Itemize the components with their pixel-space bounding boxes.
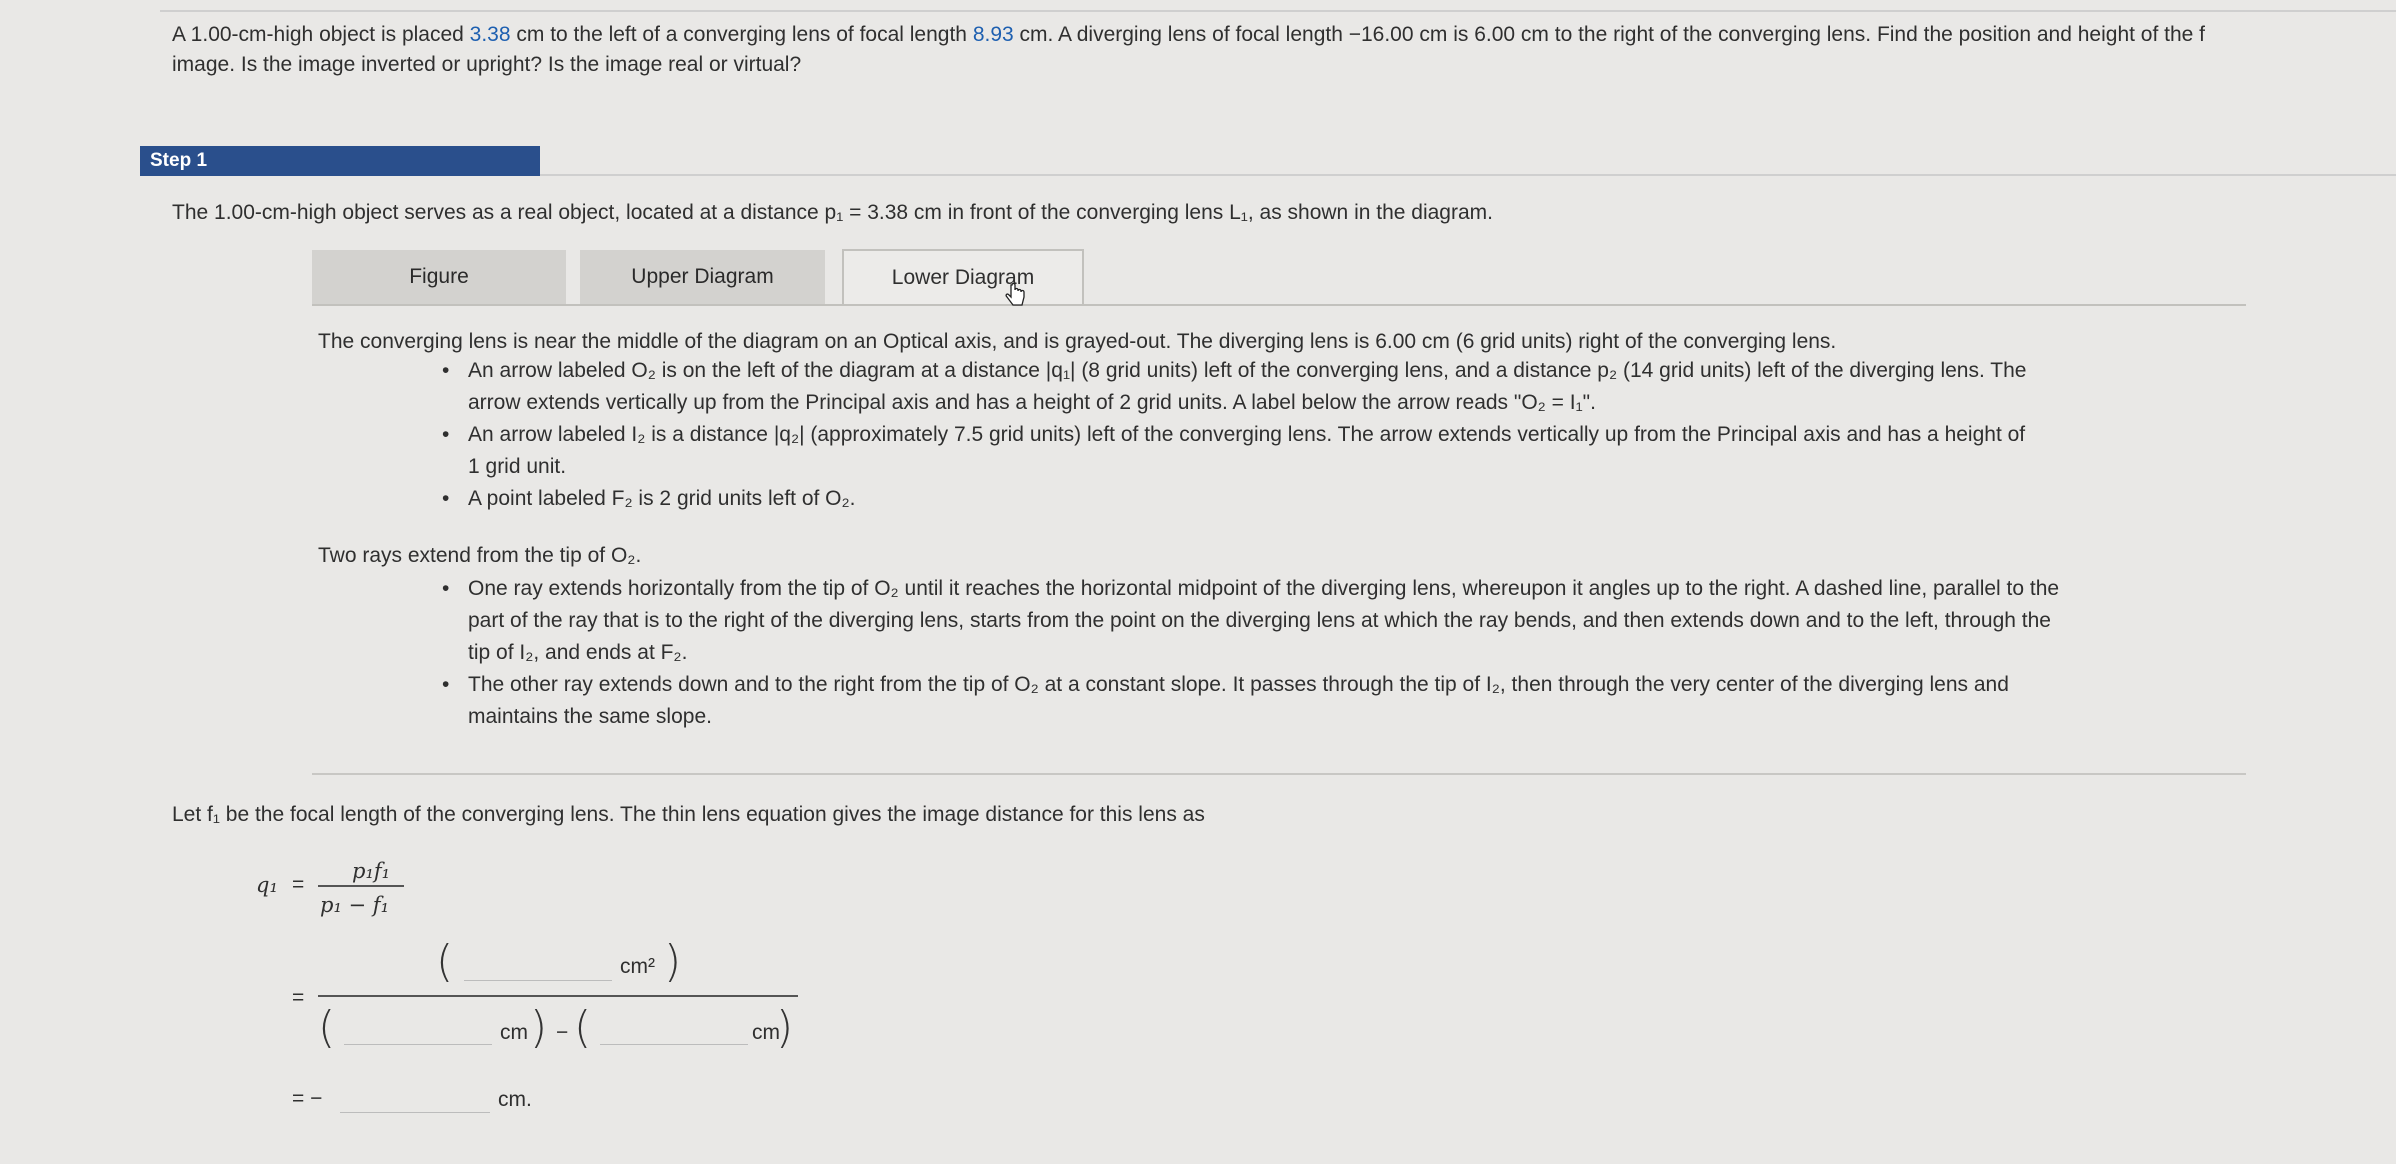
step-label: Step 1	[150, 150, 208, 171]
numerator-unit: cm²	[620, 955, 655, 978]
ray-bullet-item-0-line-2: tip of I₂, and ends at F₂.	[468, 641, 688, 664]
step-divider	[540, 174, 2396, 176]
denominator-p1-input[interactable]	[344, 1016, 492, 1045]
tab-underline	[312, 304, 2246, 306]
question-line-2: image. Is the image inverted or upright?…	[172, 53, 802, 76]
bullet-dot: •	[442, 577, 450, 600]
question-text: A 1.00-cm-high object is placed 3.38 cm …	[172, 20, 2396, 80]
eq-numerator: p₁f₁	[352, 859, 391, 883]
ray-bullet-item-0-line-0: One ray extends horizontally from the ti…	[468, 577, 2060, 600]
top-divider	[160, 10, 2396, 12]
denominator-minus: −	[556, 1021, 569, 1044]
ray-bullet-item-1-line-0: The other ray extends down and to the ri…	[468, 673, 2009, 696]
diagram-bullet-item-0-line-0: An arrow labeled O₂ is on the left of th…	[468, 359, 2027, 382]
numerator-input[interactable]	[464, 952, 612, 981]
section-separator	[312, 773, 2246, 775]
diagram-bullet-item-0-line-1: arrow extends vertically up from the Pri…	[468, 391, 1596, 414]
denominator-unit-1: cm	[500, 1021, 528, 1044]
eq-lhs: q₁	[256, 873, 278, 897]
question-segment: cm to the left of a converging lens of f…	[510, 23, 973, 46]
fraction-bar-2	[318, 995, 798, 997]
num-close-paren: )	[664, 936, 682, 987]
diagram-bullet-item-1-line-1: 1 grid unit.	[468, 455, 567, 478]
question-value: 3.38	[469, 23, 511, 46]
tab-figure[interactable]: Figure	[312, 250, 566, 304]
result-prefix: = −	[292, 1087, 323, 1110]
denominator-f1-input[interactable]	[600, 1016, 748, 1045]
bullet-dot: •	[442, 359, 450, 382]
den-close-paren-1: )	[530, 1002, 548, 1053]
hand-cursor-icon	[1004, 282, 1026, 314]
eq-equals-1: =	[292, 873, 305, 896]
den-close-paren-2: )	[776, 1002, 794, 1053]
ray-bullet-item-0-line-1: part of the ray that is to the right of …	[468, 609, 2051, 632]
bullet-dot: •	[442, 673, 450, 696]
eq-equals-2: =	[292, 986, 305, 1009]
tab-upper-diagram[interactable]: Upper Diagram	[580, 250, 825, 304]
ray-bullet-item-1-line-1: maintains the same slope.	[468, 705, 712, 728]
diagram-bullet-item-2-line-0: A point labeled F₂ is 2 grid units left …	[468, 487, 856, 510]
question-segment: cm. A diverging lens of focal length −16…	[1013, 23, 2206, 46]
question-segment: A 1.00-cm-high object is placed	[172, 23, 470, 46]
tab-lower-diagram[interactable]: Lower Diagram	[842, 249, 1084, 305]
den-open-paren-1: (	[318, 1002, 336, 1053]
result-input[interactable]	[340, 1084, 490, 1113]
result-unit: cm.	[498, 1088, 532, 1111]
lens-eq-intro: Let f₁ be the focal length of the conver…	[172, 803, 1205, 826]
eq-denominator: p₁ − f₁	[320, 893, 389, 917]
den-open-paren-2: (	[574, 1002, 592, 1053]
diagram-desc-para2: Two rays extend from the tip of O₂.	[318, 544, 642, 567]
question-value: 8.93	[972, 23, 1014, 46]
question-line-1: A 1.00-cm-high object is placed 3.38 cm …	[172, 20, 2396, 50]
num-open-paren: (	[436, 936, 454, 987]
bullet-dot: •	[442, 487, 450, 510]
bullet-dot: •	[442, 423, 450, 446]
diagram-desc-para1: The converging lens is near the middle o…	[318, 330, 1837, 353]
step-intro: The 1.00-cm-high object serves as a real…	[172, 201, 1493, 224]
diagram-bullet-item-1-line-0: An arrow labeled I₂ is a distance |q₂| (…	[468, 423, 2026, 446]
fraction-bar-1	[318, 885, 404, 887]
